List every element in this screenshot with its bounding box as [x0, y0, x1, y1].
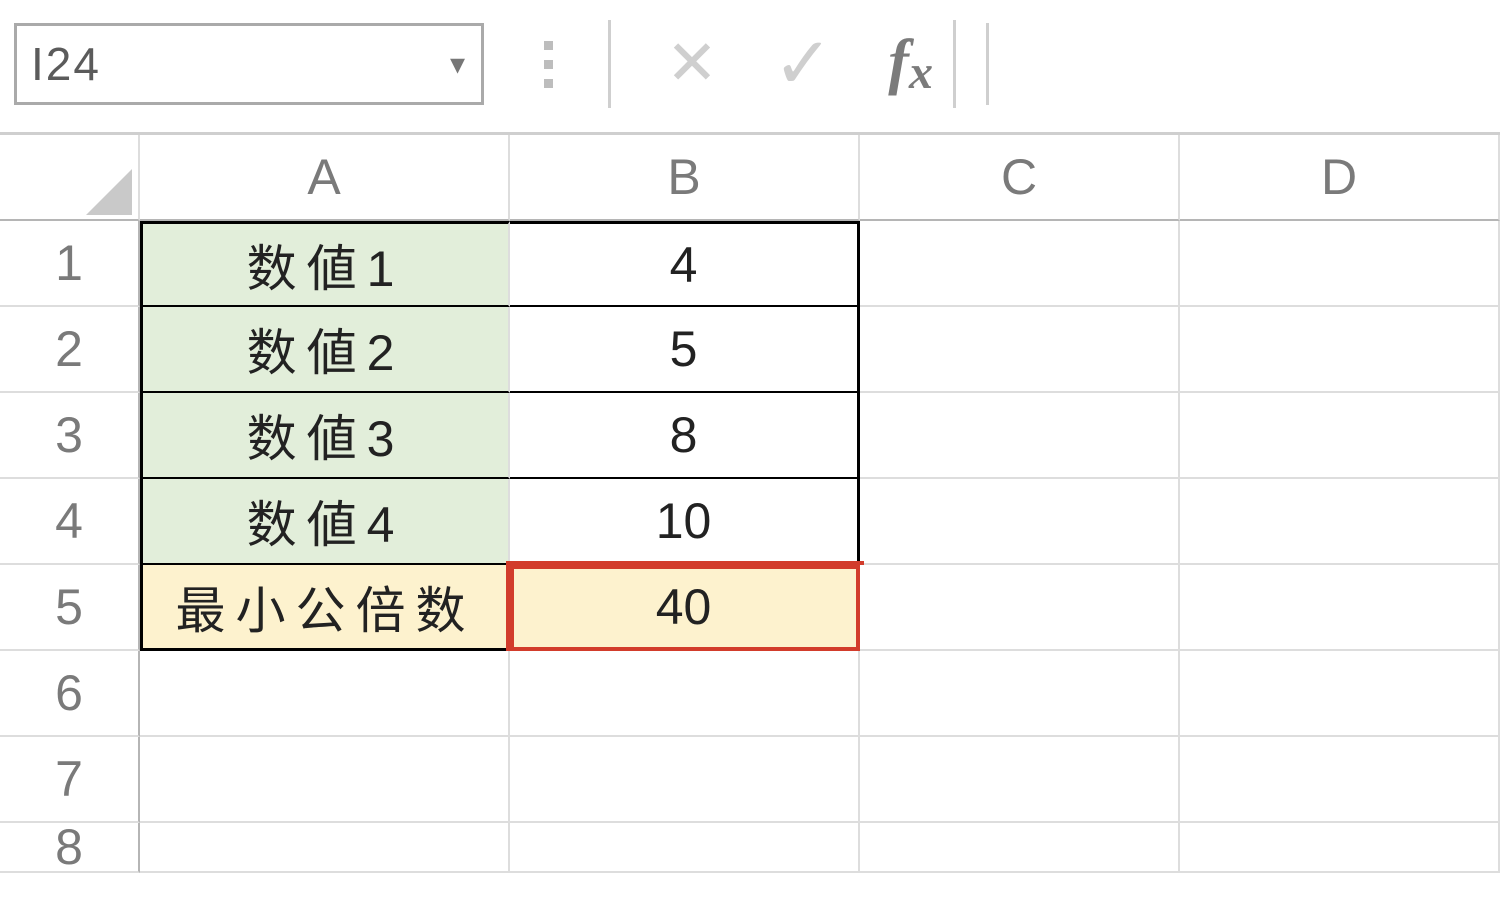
select-all-corner[interactable]	[0, 135, 140, 221]
cell-A7[interactable]	[140, 737, 510, 823]
cell-D2[interactable]	[1180, 307, 1500, 393]
cell-C1[interactable]	[860, 221, 1180, 307]
cell-A8[interactable]	[140, 823, 510, 873]
formula-bar-buttons: ✕ ✓ fx	[504, 20, 933, 108]
column-header-B[interactable]: B	[510, 135, 860, 221]
cell-D5[interactable]	[1180, 565, 1500, 651]
divider	[608, 20, 611, 108]
row-header-1[interactable]: 1	[0, 221, 140, 307]
row-header-6[interactable]: 6	[0, 651, 140, 737]
cell-D8[interactable]	[1180, 823, 1500, 873]
row-header-2[interactable]: 2	[0, 307, 140, 393]
cell-D3[interactable]	[1180, 393, 1500, 479]
cell-A2[interactable]: 数値2	[140, 307, 510, 393]
cell-B1[interactable]: 4	[510, 221, 860, 307]
cell-C7[interactable]	[860, 737, 1180, 823]
name-box-value: I24	[31, 37, 101, 91]
cell-D7[interactable]	[1180, 737, 1500, 823]
cell-C4[interactable]	[860, 479, 1180, 565]
cell-A4[interactable]: 数値4	[140, 479, 510, 565]
row-header-8[interactable]: 8	[0, 823, 140, 873]
cell-B7[interactable]	[510, 737, 860, 823]
cell-B5[interactable]: 40	[510, 565, 860, 651]
cell-D4[interactable]	[1180, 479, 1500, 565]
name-box-dropdown-icon[interactable]: ▾	[450, 47, 467, 82]
formula-bar: I24 ▾ ✕ ✓ fx	[0, 0, 1500, 135]
cell-C3[interactable]	[860, 393, 1180, 479]
cell-C2[interactable]	[860, 307, 1180, 393]
divider	[953, 20, 956, 108]
column-header-C[interactable]: C	[860, 135, 1180, 221]
cell-C5[interactable]	[860, 565, 1180, 651]
spreadsheet-grid[interactable]: A B C D 1 数値1 4 2 数値2 5 3 数値3 8 4 数値4 10…	[0, 135, 1500, 909]
insert-function-icon[interactable]: fx	[888, 31, 933, 97]
cell-C6[interactable]	[860, 651, 1180, 737]
cell-A6[interactable]	[140, 651, 510, 737]
name-box[interactable]: I24 ▾	[14, 23, 484, 105]
cell-A5[interactable]: 最小公倍数	[140, 565, 510, 651]
cell-A3[interactable]: 数値3	[140, 393, 510, 479]
cell-A1[interactable]: 数値1	[140, 221, 510, 307]
enter-icon[interactable]: ✓	[773, 28, 833, 100]
formula-input[interactable]	[986, 23, 1486, 105]
cell-B4[interactable]: 10	[510, 479, 860, 565]
cell-C8[interactable]	[860, 823, 1180, 873]
column-header-D[interactable]: D	[1180, 135, 1500, 221]
column-header-A[interactable]: A	[140, 135, 510, 221]
row-header-3[interactable]: 3	[0, 393, 140, 479]
cancel-icon[interactable]: ✕	[666, 33, 718, 95]
cell-B8[interactable]	[510, 823, 860, 873]
row-header-5[interactable]: 5	[0, 565, 140, 651]
row-header-7[interactable]: 7	[0, 737, 140, 823]
cell-D1[interactable]	[1180, 221, 1500, 307]
cell-B6[interactable]	[510, 651, 860, 737]
cell-D6[interactable]	[1180, 651, 1500, 737]
cell-B3[interactable]: 8	[510, 393, 860, 479]
select-all-triangle-icon	[86, 169, 132, 215]
row-header-4[interactable]: 4	[0, 479, 140, 565]
formula-bar-grip-icon[interactable]	[544, 41, 553, 88]
cell-B2[interactable]: 5	[510, 307, 860, 393]
